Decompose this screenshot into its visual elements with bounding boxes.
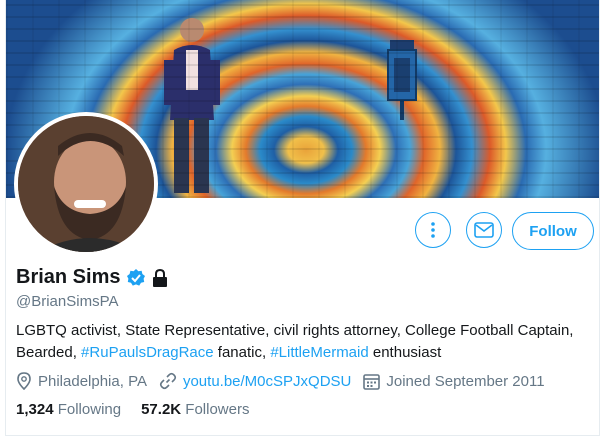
followers-stat[interactable]: 57.2K Followers — [141, 401, 249, 418]
hashtag-link[interactable]: #LittleMermaid — [270, 344, 368, 361]
following-count: 1,324 — [16, 401, 54, 418]
lock-icon — [153, 268, 168, 287]
bio-text: fanatic, — [213, 344, 271, 361]
following-label: Following — [57, 401, 122, 418]
follow-button[interactable]: Follow — [512, 212, 594, 250]
profile-location: Philadelphia, PA — [16, 372, 147, 390]
profile-stats: 1,324 Following 57.2K Followers — [16, 401, 269, 418]
website-link[interactable]: youtu.be/M0cSPJxQDSU — [183, 373, 351, 390]
banner-person-figure — [164, 18, 220, 193]
profile-joined: Joined September 2011 — [363, 372, 545, 390]
profile-card: Follow Brian Sims @BrianSimsPA LGBTQ act… — [5, 0, 600, 436]
joined-text: Joined September 2011 — [386, 372, 545, 390]
profile-meta: Philadelphia, PA youtu.be/M0cSPJxQDSU Jo… — [16, 372, 557, 390]
more-options-button[interactable] — [415, 212, 451, 248]
profile-name-row: Brian Sims — [16, 266, 168, 289]
followers-count: 57.2K — [141, 401, 182, 418]
mail-icon — [474, 222, 494, 238]
profile-bio: LGBTQ activist, State Representative, ci… — [16, 320, 596, 364]
profile-name: Brian Sims — [16, 266, 121, 288]
following-stat[interactable]: 1,324 Following — [16, 401, 121, 418]
profile-website[interactable]: youtu.be/M0cSPJxQDSU — [159, 372, 351, 390]
link-icon — [159, 372, 177, 390]
profile-handle: @BrianSimsPA — [16, 293, 119, 310]
location-text: Philadelphia, PA — [38, 372, 147, 390]
followers-label: Followers — [185, 401, 250, 418]
bio-text: enthusiast — [368, 344, 442, 361]
message-button[interactable] — [466, 212, 502, 248]
hashtag-link[interactable]: #RuPaulsDragRace — [81, 344, 214, 361]
verified-badge-icon — [127, 268, 146, 286]
more-icon — [431, 222, 435, 238]
profile-avatar[interactable] — [14, 112, 158, 256]
location-pin-icon — [17, 372, 31, 390]
avatar-portrait — [18, 116, 154, 252]
calendar-icon — [363, 373, 381, 390]
banner-wall-lamp — [387, 40, 417, 120]
